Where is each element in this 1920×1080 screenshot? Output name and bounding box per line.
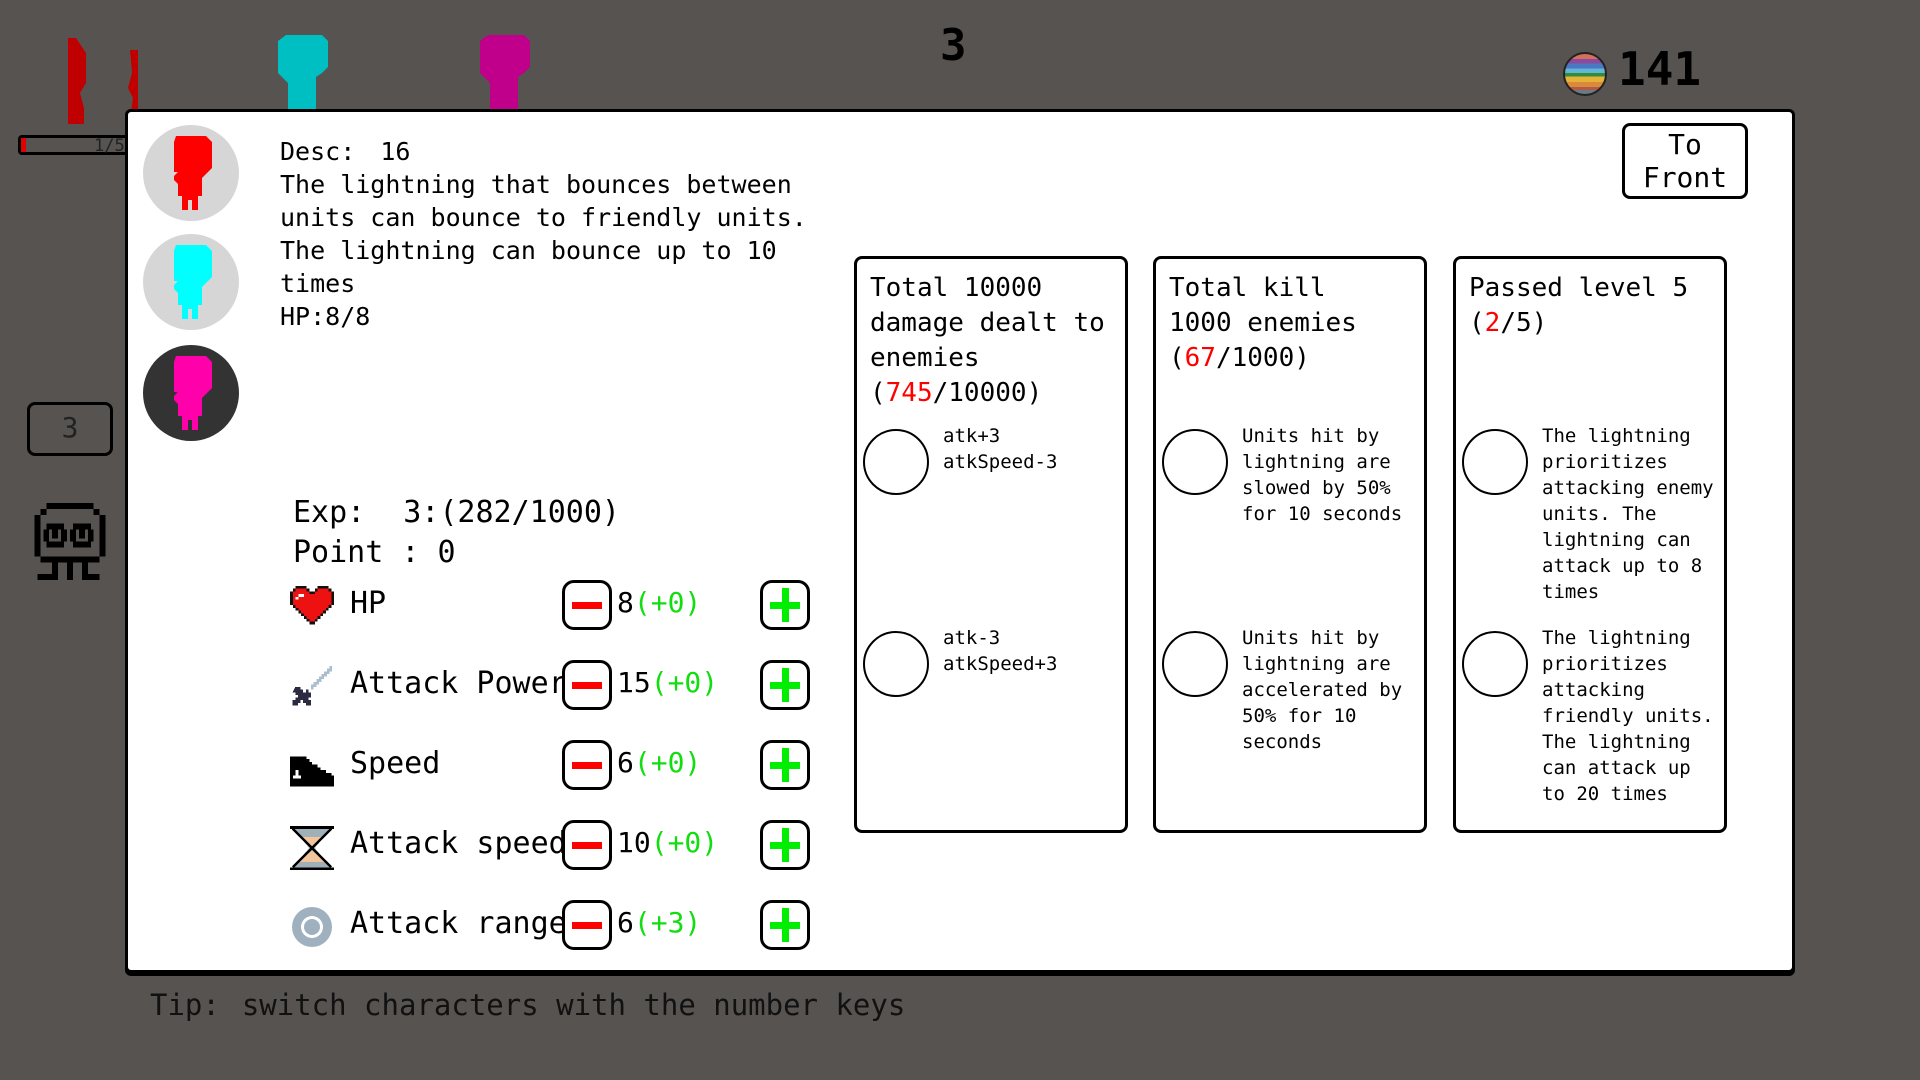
progress-max: 10000 [948,378,1027,408]
stat-bonus: (+0) [633,746,702,779]
increase-hp-button[interactable] [760,580,810,630]
option-select-circle[interactable] [1162,429,1228,495]
option-select-circle[interactable] [863,429,929,495]
option-text: The lightning prioritizes attacking enem… [1542,425,1714,603]
stat-label: Attack range [350,906,567,941]
upgrade-card-levels: Passed level 5 (2/5) The lightning prior… [1453,256,1727,833]
boot-icon [290,745,334,787]
character-magenta-avatar-icon [174,356,212,430]
stat-base-value: 6 [617,906,634,939]
stat-bonus: (+0) [650,666,719,699]
desc-label: Desc: [280,137,356,166]
increase-attack-power-button[interactable] [760,660,810,710]
skull-icon[interactable] [28,500,112,586]
option-select-circle[interactable] [1462,429,1528,495]
player-hp-bar: 1/50 [18,135,138,156]
progress-current: 2 [1484,308,1501,338]
option-text: atk+3 atkSpeed-3 [943,425,1058,473]
decrease-attack-speed-button[interactable] [562,820,612,870]
range-ring-icon [290,905,334,947]
stat-label: HP [350,586,387,621]
stat-value: 8(+0) [617,586,701,619]
avatar-slot-1[interactable] [143,125,239,221]
character-red-avatar-icon [174,136,212,210]
progress-max: 5 [1515,308,1532,338]
player-hp-bar-fill [21,138,26,152]
option-text: Units hit by lightning are slowed by 50%… [1242,425,1403,525]
stat-base-value: 10 [617,826,651,859]
tip-label: Tip: [150,988,220,1022]
stat-base-value: 15 [617,666,651,699]
stat-value: 6(+3) [617,906,701,939]
option-text: atk-3 atkSpeed+3 [943,627,1058,675]
point-value: 0 [437,535,456,570]
exp-line: Exp: 3:(282/1000) [293,495,620,530]
stat-value: 15(+0) [617,666,718,699]
tip-message: switch characters with the number keys [241,988,906,1022]
upgrade-card-damage: Total 10000 damage dealt to enemies (745… [854,256,1128,833]
character-cyan-sprite [274,35,334,113]
wave-counter-box: 3 [27,402,113,456]
stat-label: Attack Power [350,666,567,701]
progress-max: 1000 [1231,343,1295,373]
increase-attack-speed-button[interactable] [760,820,810,870]
stat-base-value: 8 [617,586,634,619]
card-title: Total 10000 damage dealt to enemies (745… [870,273,1105,408]
wave-number: 3 [940,20,967,71]
card-requirement: Total kill 1000 enemies [1169,273,1357,338]
stat-bonus: (+3) [633,906,702,939]
exp-label: Exp: [293,495,366,530]
card-title: Total kill 1000 enemies (67/1000) [1169,273,1357,373]
rainbow-coin-icon [1563,52,1607,96]
option-select-circle[interactable] [1462,631,1528,697]
sword-icon [290,665,334,707]
option-text: Units hit by lightning are accelerated b… [1242,627,1403,753]
decrease-attack-range-button[interactable] [562,900,612,950]
stat-label: Attack speed [350,826,567,861]
decrease-speed-button[interactable] [562,740,612,790]
option-select-circle[interactable] [863,631,929,697]
stat-base-value: 6 [617,746,634,779]
option-select-circle[interactable] [1162,631,1228,697]
stat-bonus: (+0) [633,586,702,619]
card-requirement: Passed level 5 [1469,273,1689,303]
point-label: Point : [293,535,420,570]
stat-bonus: (+0) [650,826,719,859]
character-hp: HP:8/8 [280,302,371,331]
character-cyan-avatar-icon [174,245,212,319]
hourglass-icon [290,825,334,870]
character-magenta-sprite [476,35,536,113]
desc-number: 16 [380,137,411,166]
progress-current: 745 [885,378,933,408]
character-description: Desc: 16 The lightning that bounces betw… [280,135,810,333]
stat-value: 10(+0) [617,826,718,859]
coin-count: 141 [1618,42,1702,96]
stat-value: 6(+0) [617,746,701,779]
desc-header: Desc: 16 [280,135,810,168]
stat-row-attack-speed: Attack speed 10(+0) [290,820,820,870]
stat-row-speed: Speed 6(+0) [290,740,820,790]
avatar-slot-2[interactable] [143,234,239,330]
decrease-hp-button[interactable] [562,580,612,630]
progress-current: 67 [1184,343,1216,373]
card-title: Passed level 5 (2/5) [1469,273,1689,338]
stat-row-attack-range: Attack range 6(+3) [290,900,820,950]
card-requirement: Total 10000 damage dealt to enemies [870,273,1105,373]
increase-speed-button[interactable] [760,740,810,790]
stat-row-hp: HP 8(+0) [290,580,820,630]
option-text: The lightning prioritizes attacking frie… [1542,627,1714,805]
desc-text: The lightning that bounces between units… [280,170,807,298]
avatar-slot-3[interactable] [143,345,239,441]
heart-icon [290,585,334,627]
stat-row-attack-power: Attack Power 15(+0) [290,660,820,710]
tip-text: Tip: switch characters with the number ke… [150,988,905,1022]
point-line: Point : 0 [293,535,456,570]
to-front-button[interactable]: To Front [1622,123,1748,199]
stat-label: Speed [350,746,441,781]
decrease-attack-power-button[interactable] [562,660,612,710]
upgrade-card-kills: Total kill 1000 enemies (67/1000) Units … [1153,256,1427,833]
increase-attack-range-button[interactable] [760,900,810,950]
exp-value: 3:(282/1000) [403,495,620,530]
